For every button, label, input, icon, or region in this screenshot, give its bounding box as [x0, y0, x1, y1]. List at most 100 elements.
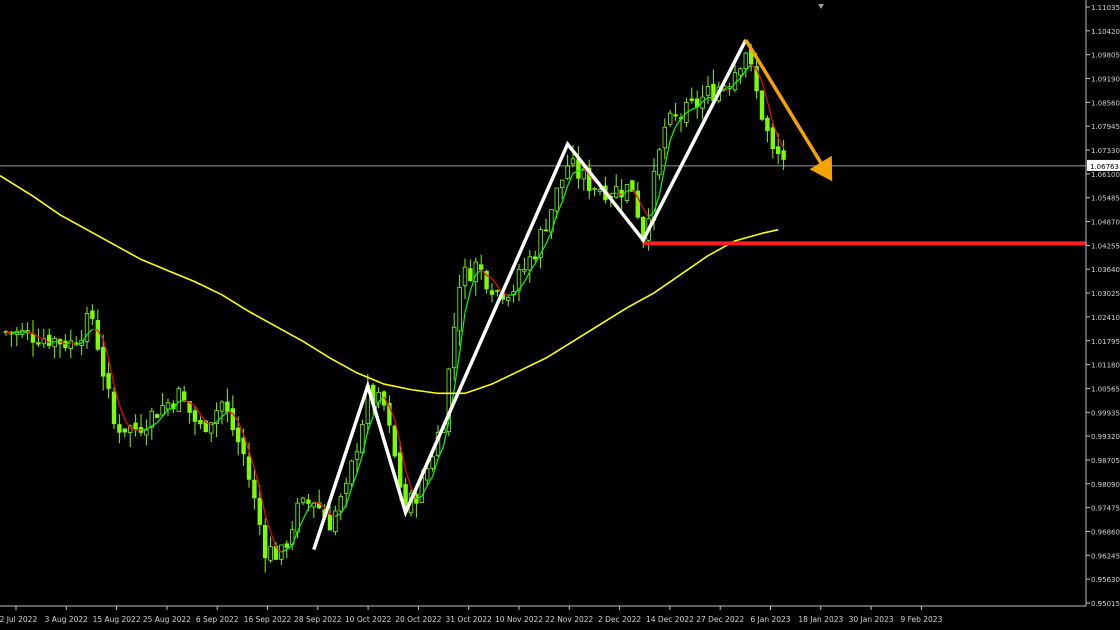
y-tick-label: 1.08560 [1091, 99, 1120, 107]
x-tick-label: 2 Dec 2022 [598, 615, 641, 624]
candle-body [668, 112, 673, 125]
candle-body [165, 402, 171, 410]
y-tick-label: 0.99935 [1091, 409, 1120, 417]
candle-body [765, 117, 770, 131]
x-tick-label: 18 Jan 2023 [798, 615, 843, 624]
y-tick-label: 0.95015 [1091, 600, 1120, 608]
y-tick-label: 1.03640 [1091, 266, 1120, 274]
y-tick-label: 0.98705 [1091, 457, 1120, 465]
candle-body [392, 425, 397, 457]
fast-ma-segment [491, 278, 498, 287]
fast-ma-segment [118, 404, 126, 420]
candle-body [543, 229, 549, 232]
x-tick-label: 22 Jul 2022 [0, 615, 37, 624]
candle-body [235, 427, 241, 443]
y-tick-label: 0.99320 [1091, 433, 1120, 441]
candle-body [354, 451, 360, 460]
y-tick-label: 1.05485 [1091, 195, 1120, 203]
fast-ma-segment [302, 508, 309, 520]
candle-body [705, 85, 711, 96]
candle-body [47, 334, 52, 346]
x-tick-label: 3 Aug 2022 [45, 615, 88, 624]
x-tick-label: 10 Oct 2022 [345, 615, 392, 624]
current-price-marker: 1.06763 [1087, 159, 1120, 171]
y-tick-label: 1.11035 [1091, 4, 1120, 12]
y-tick-label: 0.96860 [1091, 528, 1120, 536]
candle-body [300, 497, 306, 504]
x-tick-label: 28 Sep 2022 [294, 615, 342, 624]
candle-body [597, 189, 603, 192]
candle-body [468, 268, 473, 282]
candle-body [241, 437, 246, 455]
candle-body [343, 482, 349, 494]
x-tick-label: 16 Sep 2022 [244, 615, 292, 624]
current-price-label: 1.06763 [1090, 163, 1119, 171]
candle-body [565, 165, 570, 179]
candle-body [117, 424, 122, 433]
fast-ma-segment [38, 336, 45, 340]
candle-body [52, 337, 57, 348]
x-tick-label: 20 Oct 2022 [395, 615, 442, 624]
price-chart: 1.11035 1.10420 1.09805 1.09190 1.08560 1.079… [0, 0, 1120, 624]
candle-body [522, 269, 527, 272]
y-tick-label: 1.03025 [1091, 290, 1120, 298]
candle-body [111, 391, 117, 425]
candle-body [225, 401, 230, 413]
candle-body [106, 373, 111, 389]
candle-body [592, 188, 597, 190]
candle-body [176, 388, 181, 412]
candle-body [495, 290, 500, 292]
x-tick-label: 27 Dec 2022 [696, 615, 744, 624]
y-tick-label: 0.98090 [1091, 481, 1120, 489]
plot-area [0, 4, 1086, 573]
candle-body [68, 340, 73, 349]
candle-body [63, 340, 68, 349]
y-tick-label: 1.07330 [1091, 147, 1120, 155]
fast-ma-segment [508, 293, 514, 296]
x-tick-label: 10 Nov 2022 [495, 615, 543, 624]
x-tick-label: 22 Nov 2022 [545, 615, 593, 624]
candle-body [560, 179, 565, 189]
x-tick-label: 30 Jan 2023 [849, 615, 894, 624]
y-tick-label: 1.10420 [1091, 28, 1120, 36]
candle-body [192, 410, 198, 422]
candle-body [262, 525, 268, 559]
candle-body [743, 52, 748, 70]
y-tick-label: 1.07945 [1091, 123, 1120, 131]
candle-body [576, 159, 581, 179]
candle-body [397, 452, 403, 488]
candle-body [781, 150, 786, 160]
fast-ma-segment [270, 531, 277, 548]
candle-body [462, 266, 468, 286]
fast-ma-segment [642, 208, 650, 218]
candle-body [327, 514, 333, 531]
y-tick-label: 1.01795 [1091, 338, 1120, 346]
candle-body [689, 98, 694, 101]
candle-body [90, 310, 95, 319]
candle-body [338, 496, 343, 512]
candle-body [533, 256, 538, 260]
candle-body [252, 479, 257, 499]
candle-body [95, 320, 100, 350]
fast-ma-segment [464, 290, 471, 313]
y-tick-label: 1.00565 [1091, 385, 1120, 393]
candle-body [673, 114, 678, 117]
y-tick-label: 1.04255 [1091, 242, 1120, 250]
x-tick-label: 9 Feb 2023 [900, 615, 942, 624]
fast-ma-segment [691, 106, 698, 110]
y-tick-label: 0.97475 [1091, 505, 1120, 513]
candle-body [759, 90, 765, 120]
candle-body [489, 290, 495, 295]
fast-ma-segment [5, 331, 12, 334]
x-tick-label: 15 Aug 2022 [93, 615, 141, 624]
slow-ma-line [0, 175, 779, 395]
candle-body [122, 428, 127, 433]
fast-ma-segment [675, 118, 682, 127]
candle-body [284, 543, 289, 548]
candle-body [306, 499, 311, 504]
y-tick-label: 1.04870 [1091, 219, 1120, 227]
fast-ma-segment [221, 411, 228, 418]
candle-body [776, 146, 781, 154]
fast-ma-segment [669, 126, 677, 141]
candle-body [738, 68, 743, 76]
